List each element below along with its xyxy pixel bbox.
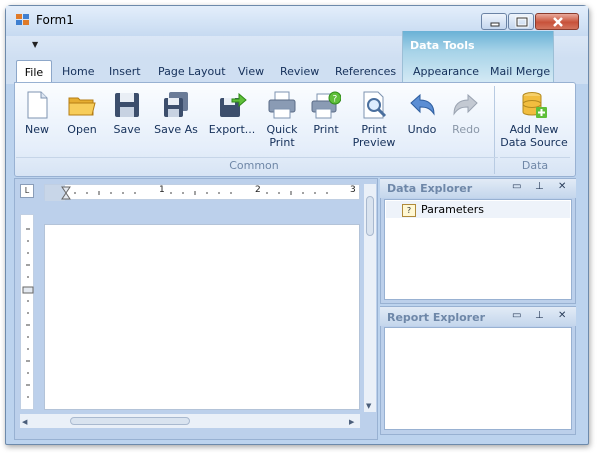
window-position-icon[interactable]: ▭ — [512, 181, 521, 192]
ruler-number-3: 3 — [350, 185, 356, 195]
floppy-icon — [115, 93, 139, 117]
add-source-label-1: Add New — [509, 123, 559, 136]
tab-home[interactable]: Home — [62, 65, 94, 78]
maximize-icon — [515, 16, 529, 28]
print-preview-label-2: Preview — [352, 136, 396, 149]
save-as-label: Save As — [154, 123, 198, 136]
save-button[interactable]: Save — [110, 86, 144, 154]
add-source-label-2: Data Source — [500, 136, 568, 149]
horizontal-ruler[interactable] — [44, 184, 360, 201]
undo-icon — [410, 93, 435, 116]
parameters-icon: ? — [402, 204, 416, 217]
close-panel-icon[interactable]: ✕ — [558, 310, 566, 321]
new-button[interactable]: New — [20, 86, 54, 154]
add-new-data-source-button[interactable]: Add New Data Source — [500, 86, 568, 154]
minimize-button[interactable] — [481, 13, 507, 30]
qat-dropdown-icon[interactable]: ▼ — [32, 40, 38, 49]
undo-button[interactable]: Undo — [404, 86, 440, 154]
floppy-stack-icon — [164, 92, 188, 117]
new-label: New — [25, 123, 49, 136]
horizontal-scroll-thumb[interactable] — [70, 417, 190, 425]
app-icon — [16, 14, 29, 25]
group-separator — [494, 86, 495, 174]
folder-icon — [68, 97, 96, 116]
common-group-label: Common — [229, 159, 279, 172]
close-icon — [553, 17, 563, 27]
vertical-ruler-ticks — [22, 228, 34, 398]
window-position-icon[interactable]: ▭ — [512, 310, 521, 321]
printer-icon — [268, 91, 296, 119]
ruler-tab-selector[interactable]: L — [20, 184, 34, 198]
close-button[interactable] — [535, 13, 579, 30]
scroll-right-arrow-icon[interactable]: ▶ — [349, 418, 354, 426]
print-preview-icon — [363, 91, 387, 119]
export-button[interactable]: Export... — [205, 86, 259, 154]
report-design-surface[interactable] — [44, 224, 360, 410]
print-label: Print — [313, 123, 339, 136]
undo-label: Undo — [407, 123, 437, 136]
quick-print-label-1: Quick — [266, 123, 298, 136]
scroll-left-arrow-icon[interactable]: ◀ — [22, 418, 27, 426]
export-icon — [220, 92, 247, 117]
report-explorer-title: Report Explorer — [387, 311, 485, 324]
open-button[interactable]: Open — [62, 86, 102, 154]
svg-text:?: ? — [333, 95, 338, 105]
report-explorer-tree[interactable] — [384, 327, 572, 430]
quick-print-label-2: Print — [269, 136, 295, 149]
close-panel-icon[interactable]: ✕ — [558, 181, 566, 192]
tab-mail-merge[interactable]: Mail Merge — [490, 65, 550, 78]
tab-page-layout[interactable]: Page Layout — [158, 65, 226, 78]
redo-icon — [453, 93, 478, 116]
open-label: Open — [67, 123, 97, 136]
redo-button[interactable]: Redo — [448, 86, 484, 154]
tab-view[interactable]: View — [238, 65, 264, 78]
pin-icon[interactable]: ⊥ — [535, 310, 544, 321]
maximize-button[interactable] — [508, 13, 534, 30]
redo-label: Redo — [452, 123, 480, 136]
minimize-icon — [490, 22, 500, 27]
common-group-divider — [16, 157, 498, 158]
new-page-icon — [27, 91, 48, 119]
pin-icon[interactable]: ⊥ — [535, 181, 544, 192]
tree-item-label: Parameters — [421, 203, 484, 216]
tab-appearance[interactable]: Appearance — [413, 65, 479, 78]
tab-insert[interactable]: Insert — [109, 65, 141, 78]
data-tools-title: Data Tools — [410, 39, 475, 52]
vertical-ruler[interactable] — [20, 214, 34, 410]
quick-print-button[interactable]: Quick Print — [264, 86, 300, 154]
tab-references[interactable]: References — [335, 65, 396, 78]
window-title: Form1 — [36, 13, 74, 27]
print-preview-label-1: Print — [361, 123, 387, 136]
database-add-icon — [522, 92, 547, 118]
printer-help-icon: ? — [311, 91, 341, 119]
vertical-scroll-thumb[interactable] — [366, 196, 374, 236]
data-explorer-title: Data Explorer — [387, 182, 473, 195]
save-as-button[interactable]: Save As — [152, 86, 200, 154]
print-preview-button[interactable]: Print Preview — [352, 86, 396, 154]
tab-review[interactable]: Review — [280, 65, 319, 78]
print-button[interactable]: ? Print — [308, 86, 344, 154]
tab-file[interactable]: File — [16, 60, 52, 83]
ruler-number-1: 1 — [159, 185, 165, 195]
data-group-divider — [500, 157, 570, 158]
ruler-number-2: 2 — [255, 185, 261, 195]
scroll-down-arrow-icon[interactable]: ▼ — [366, 402, 371, 410]
ruler-ticks — [45, 185, 328, 201]
save-label: Save — [113, 123, 141, 136]
export-label: Export... — [208, 123, 256, 136]
data-group-label: Data — [521, 159, 549, 172]
